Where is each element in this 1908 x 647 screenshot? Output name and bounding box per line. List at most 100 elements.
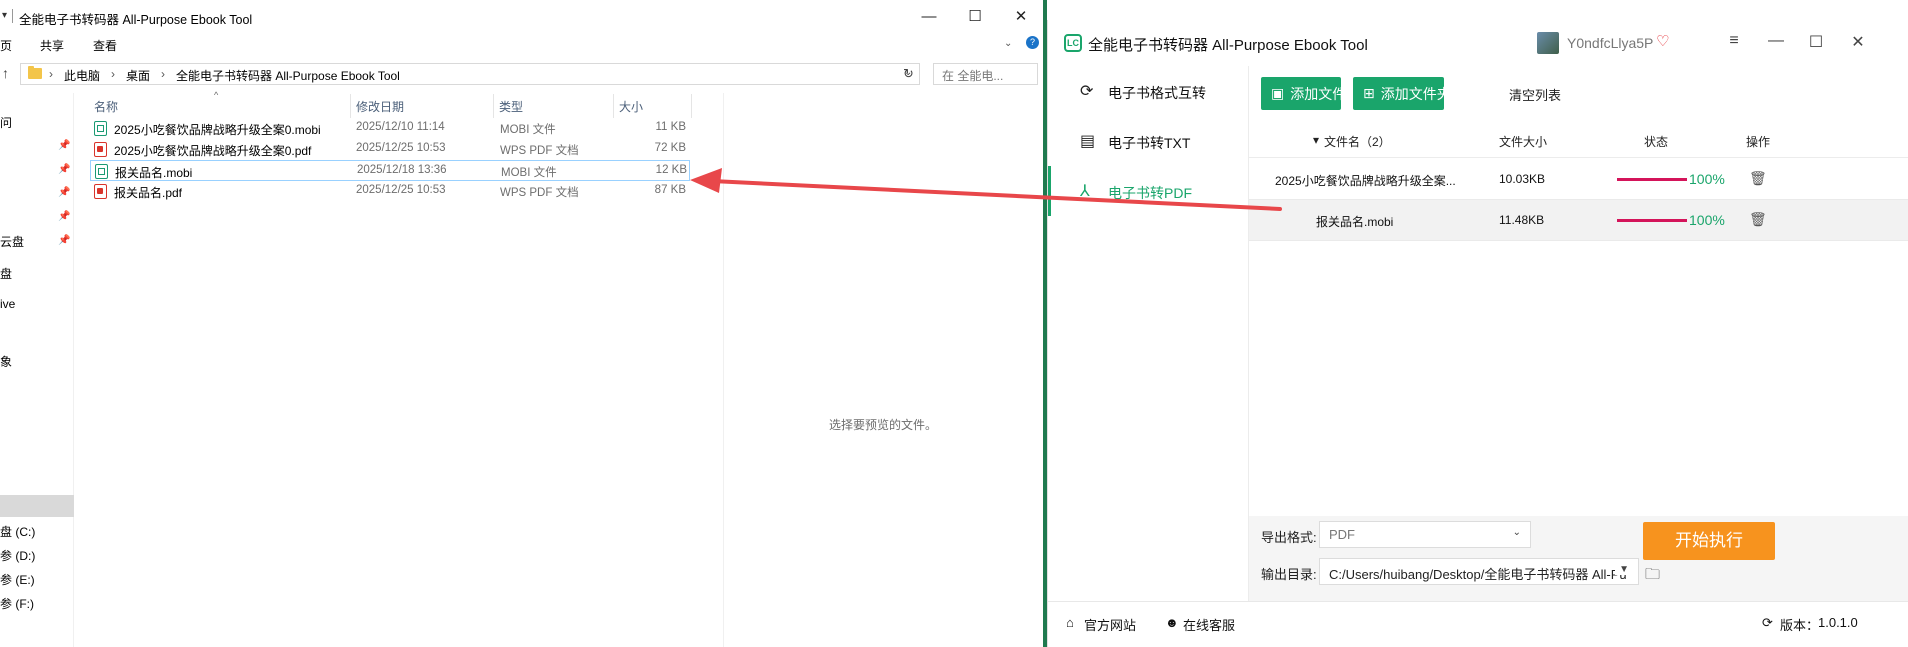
mobi-file-icon: [94, 121, 107, 136]
username[interactable]: Y0ndfcLlya5P: [1567, 35, 1653, 51]
nav-item[interactable]: 问: [0, 114, 12, 131]
nav-item[interactable]: 盘: [0, 265, 12, 282]
nav-item[interactable]: 象: [0, 353, 12, 370]
help-icon[interactable]: ?: [1026, 36, 1039, 49]
header-status: 状态: [1644, 135, 1669, 149]
trash-icon[interactable]: 🗑: [1749, 211, 1767, 228]
up-arrow-icon[interactable]: ↑: [2, 65, 9, 81]
home-icon[interactable]: ⌂: [1066, 615, 1074, 630]
version-number: 1.0.1.0: [1818, 615, 1858, 630]
nav-selected-highlight[interactable]: [0, 495, 74, 517]
search-input[interactable]: 在 全能电...: [933, 63, 1038, 85]
column-divider[interactable]: [350, 94, 351, 118]
add-file-button[interactable]: ▣ 添加文件: [1261, 77, 1346, 110]
ribbon-expand-icon[interactable]: ⌄: [1004, 38, 1012, 49]
sidebar-item-to-pdf[interactable]: ⅄ 电子书转PDF: [1048, 166, 1248, 216]
row-filename: 报关品名.mobi: [1316, 215, 1394, 229]
table-row[interactable]: 报关品名.mobi 11.48KB 100% 🗑: [1249, 200, 1908, 241]
pin-icon[interactable]: 📌: [58, 235, 70, 246]
nav-item[interactable]: 云盘: [0, 233, 24, 250]
refresh-icon: ⟳: [1080, 83, 1094, 100]
breadcrumb-folder[interactable]: 全能电子书转码器 All-Purpose Ebook Tool: [176, 67, 400, 84]
breadcrumb-chevron-icon[interactable]: ›: [49, 67, 53, 81]
ribbon-tab-share[interactable]: 共享: [40, 37, 64, 54]
pin-icon[interactable]: 📌: [58, 140, 70, 151]
breadcrumb-desktop[interactable]: 桌面: [126, 67, 150, 84]
support-agent-icon[interactable]: ☻: [1165, 615, 1179, 630]
titlebar-separator: [12, 9, 13, 23]
breadcrumb-chevron-icon[interactable]: ›: [161, 67, 165, 81]
file-name: 2025小吃餐饮品牌战略升级全案0.mobi: [114, 123, 321, 137]
start-button[interactable]: 开始执行: [1643, 522, 1775, 560]
column-header-date[interactable]: 修改日期: [356, 98, 404, 115]
breadcrumb-chevron-icon[interactable]: ›: [111, 67, 115, 81]
pin-icon[interactable]: 📌: [58, 211, 70, 222]
pin-icon[interactable]: 📌: [58, 187, 70, 198]
sidebar-item-to-txt[interactable]: ▤ 电子书转TXT: [1048, 116, 1248, 166]
dropdown-caret-icon: ▼: [1615, 564, 1629, 575]
add-folder-label: 添加文件夹: [1380, 85, 1451, 102]
file-name: 报关品名.mobi: [115, 166, 193, 180]
sort-desc-icon[interactable]: ▾: [1313, 133, 1319, 147]
column-header-type[interactable]: 类型: [499, 98, 523, 115]
row-status: 100%: [1689, 171, 1725, 187]
clear-list-button[interactable]: 清空列表: [1509, 85, 1561, 104]
ribbon-tab-page[interactable]: 页: [0, 37, 12, 54]
vip-heart-icon[interactable]: ♡: [1656, 32, 1669, 50]
minimize-icon[interactable]: —: [1764, 32, 1788, 50]
minimize-button[interactable]: —: [906, 0, 952, 32]
trash-icon[interactable]: 🗑: [1749, 170, 1767, 187]
version-label: 版本：: [1780, 618, 1820, 633]
refresh-button[interactable]: ↻: [898, 63, 920, 85]
address-bar[interactable]: › 此电脑 › 桌面 › 全能电子书转码器 All-Purpose Ebook …: [20, 63, 920, 85]
export-format-select[interactable]: PDF ⌄: [1319, 521, 1531, 548]
row-status: 100%: [1689, 212, 1725, 228]
ribbon-tab-view[interactable]: 查看: [93, 37, 117, 54]
column-header-size[interactable]: 大小: [619, 98, 643, 115]
folder-open-icon[interactable]: 🗀: [1645, 564, 1660, 589]
header-action: 操作: [1746, 135, 1771, 149]
file-row[interactable]: 报关品名.mobi 2025/12/18 13:36 MOBI 文件 12 KB: [90, 160, 690, 181]
row-filesize: 11.48KB: [1499, 213, 1545, 227]
maximize-icon[interactable]: ☐: [1804, 32, 1828, 52]
output-dir-value: C:/Users/huibang/Desktop/全能电子书转码器 All-Pu: [1329, 567, 1627, 582]
explorer-title: 全能电子书转码器 All-Purpose Ebook Tool: [19, 13, 253, 27]
export-settings: 导出格式: PDF ⌄ 输出目录: C:/Users/huibang/Deskt…: [1249, 516, 1908, 601]
maximize-button[interactable]: ☐: [952, 0, 998, 32]
table-row[interactable]: 2025小吃餐饮品牌战略升级全案... 10.03KB 100% 🗑: [1249, 159, 1908, 200]
add-folder-button[interactable]: ⊞ 添加文件夹: [1353, 77, 1451, 110]
file-type: WPS PDF 文档: [500, 187, 579, 199]
file-row[interactable]: 2025小吃餐饮品牌战略升级全案0.mobi 2025/12/10 11:14 MO…: [90, 118, 690, 139]
app-main-panel: ▣ 添加文件 ⊞ 添加文件夹 清空列表 ▾ 文件名（2） 文件大小 状态 操作 …: [1248, 66, 1908, 601]
nav-drive-c[interactable]: 盘 (C:): [0, 523, 35, 540]
nav-drive-d[interactable]: 参 (D:): [0, 547, 35, 564]
file-size: 72 KB: [654, 142, 686, 154]
column-divider[interactable]: [691, 94, 692, 118]
avatar[interactable]: [1537, 32, 1559, 54]
menu-icon[interactable]: ≡: [1722, 32, 1746, 50]
column-header-name[interactable]: 名称: [94, 98, 118, 115]
file-row[interactable]: 报关品名.pdf 2025/12/25 10:53 WPS PDF 文档 87 KB: [90, 181, 690, 202]
close-button[interactable]: ✕: [998, 0, 1043, 32]
file-row[interactable]: 2025小吃餐饮品牌战略升级全案0.pdf 2025/12/25 10:53 WPS…: [90, 139, 690, 160]
nav-drive-e[interactable]: 参 (E:): [0, 571, 35, 588]
header-filename[interactable]: 文件名（2）: [1324, 133, 1391, 150]
file-explorer-window: ▾ 全能电子书转码器 All-Purpose Ebook Tool — ☐ ✕ …: [0, 0, 1043, 647]
progress-bar: [1617, 178, 1687, 181]
active-indicator: [1048, 166, 1051, 216]
online-support-link[interactable]: 在线客服: [1183, 615, 1235, 634]
nav-item[interactable]: ive: [0, 297, 15, 311]
breadcrumb-this-pc[interactable]: 此电脑: [64, 67, 100, 84]
refresh-icon: ↻: [903, 66, 914, 81]
column-divider[interactable]: [493, 94, 494, 118]
file-date: 2025/12/18 13:36: [357, 164, 447, 176]
output-dir-select[interactable]: C:/Users/huibang/Desktop/全能电子书转码器 All-Pu…: [1319, 558, 1639, 585]
quick-access-chevron-icon[interactable]: ▾: [2, 10, 7, 21]
column-divider[interactable]: [613, 94, 614, 118]
file-name: 报关品名.pdf: [114, 186, 183, 200]
close-icon[interactable]: ✕: [1846, 32, 1870, 52]
nav-drive-f[interactable]: 参 (F:): [0, 595, 34, 612]
official-website-link[interactable]: 官方网站: [1084, 615, 1136, 634]
pin-icon[interactable]: 📌: [58, 164, 70, 175]
sidebar-item-format-convert[interactable]: ⟳ 电子书格式互转: [1048, 66, 1248, 116]
